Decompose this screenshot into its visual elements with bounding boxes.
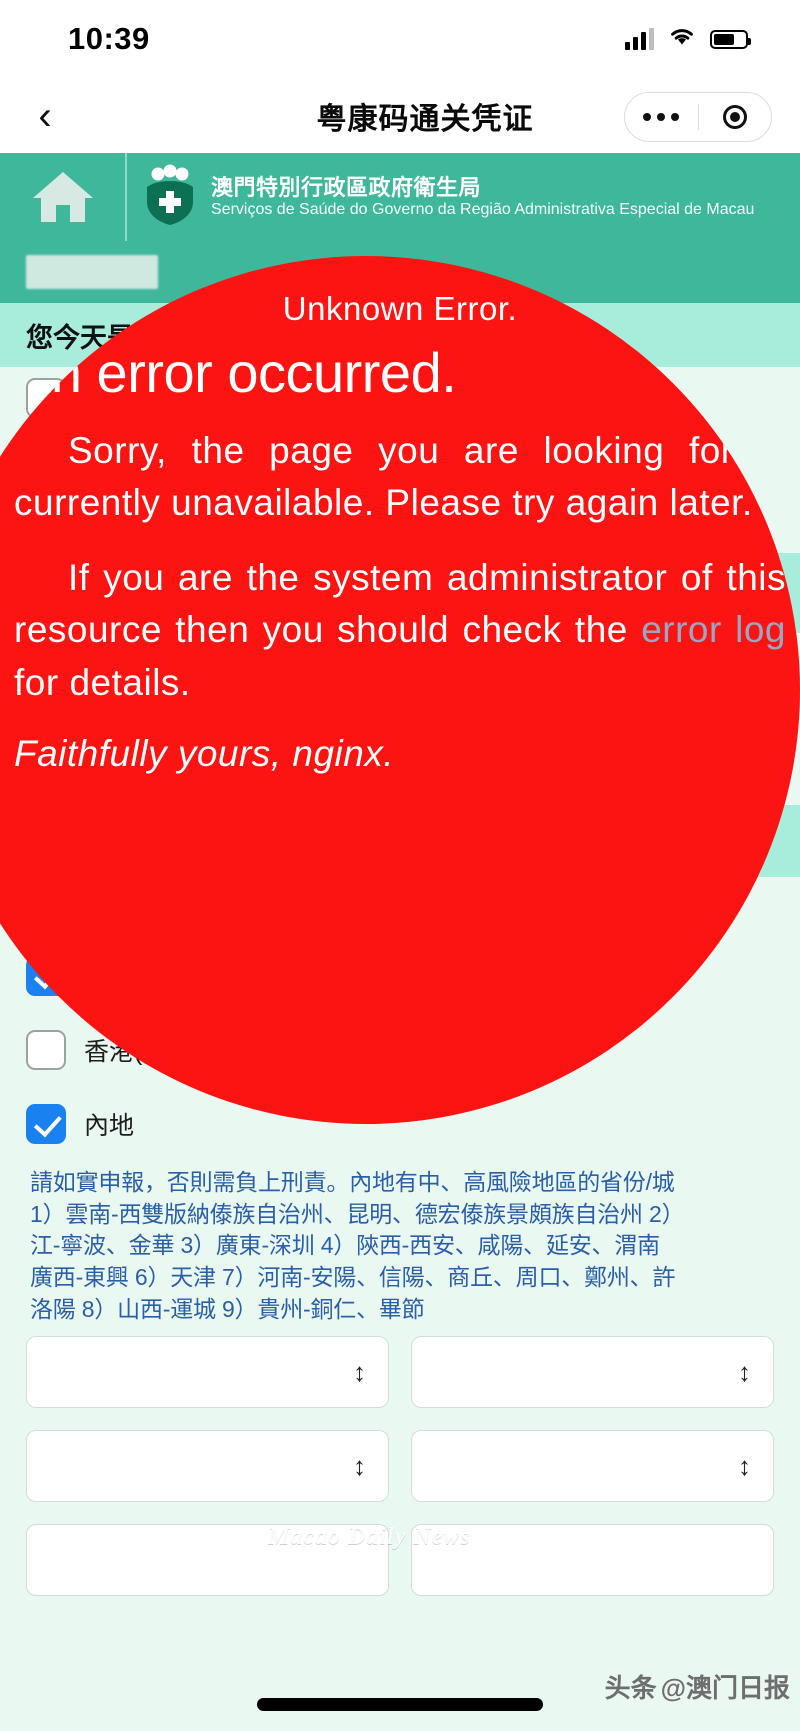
close-capsule-icon[interactable] xyxy=(699,105,772,129)
status-time: 10:39 xyxy=(68,21,150,56)
error-paragraph-2: If you are the system administrator of t… xyxy=(14,552,786,710)
error-unknown-text: Unknown Error. xyxy=(282,290,518,327)
gov-header: 澳門特別行政區政府衛生局 Serviços de Saúde do Govern… xyxy=(0,153,800,241)
home-icon[interactable] xyxy=(0,169,125,225)
notice-line: 請如實申報，否則需負上刑責。內地有中、高風險地區的省份/城 xyxy=(30,1169,675,1195)
province-select-2[interactable]: ↕ xyxy=(26,1429,389,1502)
city-select-1[interactable]: ↕ xyxy=(411,1335,774,1408)
home-indicator[interactable] xyxy=(257,1698,543,1711)
error-heading: An error occurred. xyxy=(14,341,457,404)
select-row: ↕ ↕ xyxy=(26,1429,774,1502)
nav-bar: ‹ 粤康码通关凭证 xyxy=(0,78,800,153)
watermark-prefix: 头条 xyxy=(604,1673,657,1703)
capsule-buttons xyxy=(624,92,772,142)
location-selects: ↕ ↕ ↕ ↕ xyxy=(0,1326,800,1596)
error-log-link[interactable]: error log xyxy=(641,609,786,650)
error-paragraph-1: Sorry, the page you are looking for is c… xyxy=(14,429,786,524)
gov-brand: 澳門特別行政區政府衛生局 Serviços de Saúde do Govern… xyxy=(127,164,754,231)
travel-notice: 請如實申報，否則需負上刑責。內地有中、高風險地區的省份/城 1）雲南-西雙版納傣… xyxy=(0,1161,800,1326)
city-select-3[interactable] xyxy=(411,1523,774,1596)
wifi-icon xyxy=(668,26,696,52)
notice-line: 1）雲南-西雙版納傣族自治州、昆明、德宏傣族景頗族自治州 2） xyxy=(30,1200,685,1227)
error-signature: Faithfully yours, nginx. xyxy=(14,733,395,775)
notice-line: 廣西-東興 6）天津 7）河南-安陽、信陽、商丘、周口、鄭州、許 xyxy=(30,1264,676,1291)
nginx-error-overlay: Unknown Error. An error occurred. Sorry,… xyxy=(0,256,800,1124)
phone-screen: 10:39 ‹ 粤康码通关凭证 澳門特別行政區政府衛生局 Serviços de… xyxy=(0,0,800,1731)
chevron-updown-icon[interactable]: ↕ xyxy=(738,1453,751,1479)
gov-title-pt: Serviços de Saúde do Governo da Região A… xyxy=(211,201,755,219)
notice-line: 洛陽 8）山西-運城 9）貴州-銅仁、畢節 xyxy=(30,1295,425,1322)
notice-line: 江-寧波、金華 3）廣東-深圳 4）陝西-西安、咸陽、延安、渭南 xyxy=(30,1232,660,1259)
select-row: ↕ ↕ xyxy=(26,1335,774,1408)
select-row-partial xyxy=(26,1523,774,1596)
chevron-updown-icon[interactable]: ↕ xyxy=(353,1453,366,1479)
error-content: Unknown Error. An error occurred. Sorry,… xyxy=(0,256,800,1124)
province-select-1[interactable]: ↕ xyxy=(26,1335,389,1408)
gov-title-block: 澳門特別行政區政府衛生局 Serviços de Saúde do Govern… xyxy=(211,175,754,219)
chevron-updown-icon[interactable]: ↕ xyxy=(353,1359,366,1385)
watermark-corner: 头条 @澳门日报 xyxy=(605,1668,790,1705)
battery-icon xyxy=(710,29,751,49)
status-icons xyxy=(625,26,751,52)
status-bar: 10:39 xyxy=(0,0,800,78)
gov-title-zh: 澳門特別行政區政府衛生局 xyxy=(211,174,482,200)
more-options-icon[interactable] xyxy=(625,113,698,121)
province-select-3[interactable] xyxy=(26,1523,389,1596)
watermark-handle: @澳门日报 xyxy=(660,1673,790,1703)
error-p2-after: for details. xyxy=(14,661,191,703)
health-shield-icon xyxy=(143,164,197,231)
chevron-updown-icon[interactable]: ↕ xyxy=(738,1359,751,1385)
cellular-signal-icon xyxy=(625,28,654,50)
city-select-2[interactable]: ↕ xyxy=(411,1429,774,1502)
